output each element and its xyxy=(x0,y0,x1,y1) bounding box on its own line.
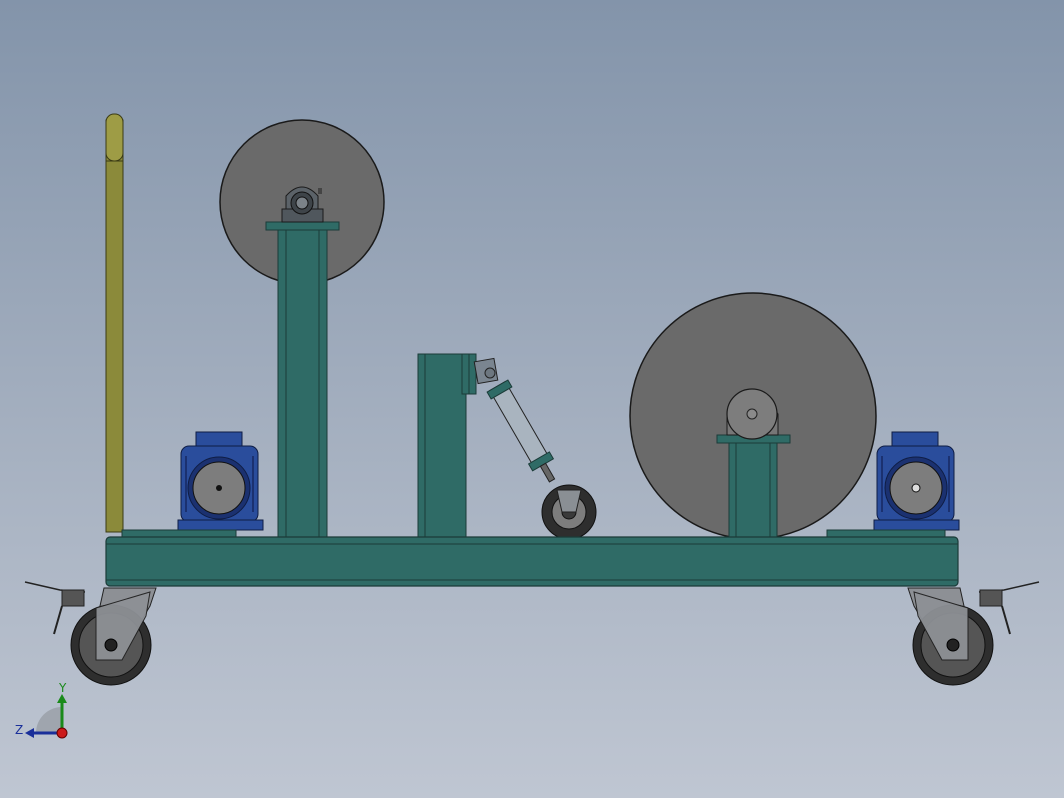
right-caster-wheel xyxy=(907,581,1040,686)
z-axis-label: Z xyxy=(15,723,23,737)
center-upright xyxy=(417,353,477,541)
base-frame xyxy=(105,536,959,587)
right-disk-hub xyxy=(726,388,779,440)
cylinder-roller-wheel xyxy=(541,484,597,540)
x-axis-dot xyxy=(56,727,68,739)
coordinate-triad[interactable]: Y Z xyxy=(15,681,68,739)
left-caster-wheel xyxy=(24,581,157,686)
push-handle xyxy=(105,113,124,533)
pneumatic-cylinder xyxy=(473,357,556,483)
cad-viewport[interactable]: Y Z xyxy=(0,0,1064,798)
assembly-drawing: Y Z xyxy=(15,113,1040,739)
right-drive-motor xyxy=(873,431,960,531)
left-drive-motor xyxy=(177,431,264,531)
y-axis-label: Y xyxy=(58,681,67,695)
